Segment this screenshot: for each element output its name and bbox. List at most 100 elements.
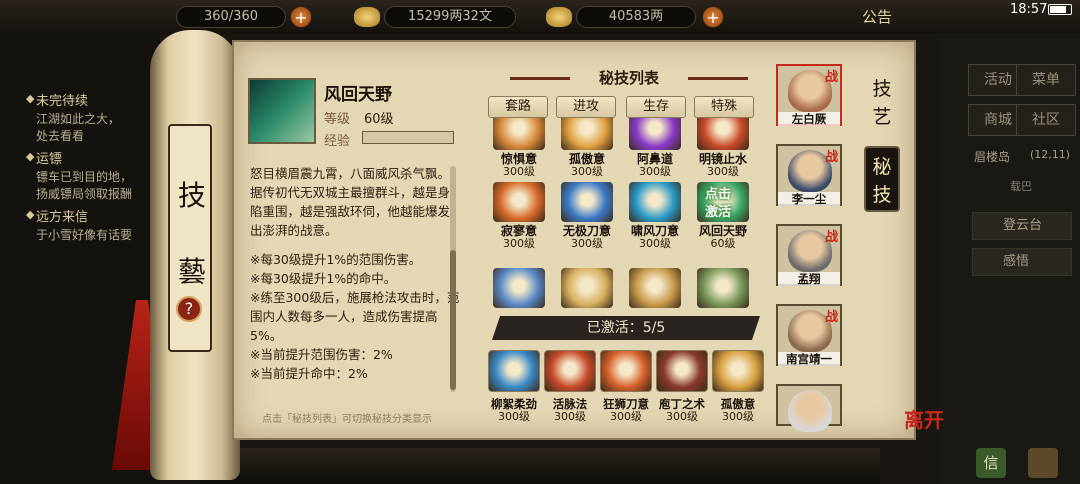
skill-cell[interactable]: 寂寥意 300级 <box>488 182 550 250</box>
skill-name: 风回天野 <box>324 85 392 105</box>
effect-line: ※当前提升命中：2% <box>250 366 368 381</box>
level-label: 等级 <box>324 112 351 127</box>
list-title[interactable]: 秘技列表 <box>500 66 758 90</box>
character-name: 孟翔 <box>778 272 840 286</box>
effect-line: ※每30级提升1%的范围伤害。 <box>250 252 422 267</box>
quest-line: 于小雪好像有话要 <box>36 228 133 242</box>
skill-cell-level: 300级 <box>707 165 739 178</box>
announcement-button[interactable]: 公告 <box>862 6 892 27</box>
scroll-title-top: 技 <box>177 179 206 212</box>
skill-cell[interactable]: 明镜止水 300级 <box>692 118 754 178</box>
silver-icon <box>354 7 380 27</box>
help-icon[interactable]: ? <box>176 296 202 322</box>
boat-label: 载巴 <box>1010 180 1032 193</box>
skill-cell-level: 60级 <box>710 237 736 250</box>
skill-art <box>561 268 613 308</box>
battle-badge: 战 <box>824 310 838 325</box>
equipped-art <box>656 350 708 392</box>
skill-description: 怒目横眉震九霄，八面威风杀气飘。据传初代无双城主最擅群斗，越是身陷重围，越是强敌… <box>250 164 462 383</box>
skill-art <box>493 182 545 222</box>
character-card[interactable]: 战 南宫靖一 <box>776 304 842 366</box>
equipped-skill[interactable]: 孤傲意 300级 <box>712 350 764 423</box>
equipped-skill[interactable]: 柳絮柔劲 300级 <box>488 350 540 423</box>
scrollbar-thumb[interactable] <box>450 250 456 390</box>
skill-cell[interactable] <box>488 268 550 308</box>
clock: 18:57 <box>1010 2 1048 17</box>
menu-button[interactable]: 菜单 <box>1016 64 1076 96</box>
skill-cell[interactable] <box>624 268 686 308</box>
add-stamina-button[interactable]: + <box>290 6 312 28</box>
location-name: 眉楼岛 <box>974 150 1011 164</box>
skill-cell-level: 300级 <box>639 237 671 250</box>
equipped-skill[interactable]: 狂狮刀意 300级 <box>600 350 652 423</box>
skill-cell[interactable]: 阿鼻道 300级 <box>624 118 686 178</box>
skill-cell[interactable]: 惊惧意 300级 <box>488 118 550 178</box>
character-card[interactable]: 战 李一尘 <box>776 144 842 206</box>
ganwu-button[interactable]: 感悟 <box>972 248 1072 276</box>
quest-line: 处去看看 <box>36 129 85 143</box>
quest-title[interactable]: 远方来信 <box>36 206 88 225</box>
community-button[interactable]: 社区 <box>1016 104 1076 136</box>
character-card[interactable] <box>776 384 842 432</box>
diamond-icon: ◆ <box>26 208 35 221</box>
character-face <box>788 390 832 432</box>
tab-miji[interactable]: 秘技 <box>864 146 900 212</box>
character-card[interactable]: 战 左白厥 <box>776 64 842 126</box>
leave-button[interactable]: 离开 <box>904 404 944 433</box>
tab-taolu[interactable]: 套路 <box>488 96 548 118</box>
equipped-skill[interactable]: 庖丁之术 300级 <box>656 350 708 423</box>
tab-teshu[interactable]: 特殊 <box>694 96 754 118</box>
description-text: 怒目横眉震九霄，八面威风杀气飘。据传初代无双城主最擅群斗，越是身陷重围，越是强敌… <box>250 166 451 238</box>
equipped-art <box>600 350 652 392</box>
diamond-icon: ◆ <box>26 92 35 105</box>
equipped-level: 300级 <box>666 410 698 423</box>
character-name: 左白厥 <box>778 112 840 126</box>
top-bar <box>0 0 1080 34</box>
gold-display: 40583两 <box>576 6 696 28</box>
equipped-level: 300级 <box>722 410 754 423</box>
activate-label[interactable]: 点击 激活 <box>692 186 744 222</box>
equipped-art <box>544 350 596 392</box>
gold-icon <box>546 7 572 27</box>
skill-cell-level: 300级 <box>639 165 671 178</box>
tab-jiyi[interactable]: 技艺 <box>864 70 900 136</box>
quest-line: 镖车已到目的地， <box>36 170 133 184</box>
tab-jingong[interactable]: 进攻 <box>556 96 616 118</box>
equipped-level: 300级 <box>498 410 530 423</box>
skill-art <box>493 268 545 308</box>
quest-line: 扬威镖局领取报酬 <box>36 187 133 201</box>
effect-line: ※当前提升范围伤害：2% <box>250 347 393 362</box>
battle-badge: 战 <box>824 150 838 165</box>
skill-art <box>629 268 681 308</box>
mail-button[interactable]: 信 <box>976 448 1006 478</box>
dengyuntai-button[interactable]: 登云台 <box>972 212 1072 240</box>
bag-icon[interactable] <box>1028 448 1058 478</box>
skill-cell-level: 300级 <box>503 237 535 250</box>
skill-cell-selected[interactable]: 点击 激活 风回天野 60级 <box>692 182 754 250</box>
tab-miji-label: 秘技 <box>872 156 892 206</box>
level-value: 60级 <box>364 112 394 127</box>
skill-art <box>561 118 613 150</box>
skill-cell[interactable] <box>556 268 618 308</box>
quest-title[interactable]: 运镖 <box>36 148 62 167</box>
activated-count: 已激活：5/5 <box>492 316 760 340</box>
skill-cell[interactable]: 啸风刀意 300级 <box>624 182 686 250</box>
quest-line: 江湖如此之大， <box>36 112 121 126</box>
skill-cell[interactable] <box>692 268 754 308</box>
skill-cell[interactable]: 孤傲意 300级 <box>556 118 618 178</box>
stamina-display: 360/360 <box>176 6 286 28</box>
quest-title[interactable]: 未完待续 <box>36 90 88 109</box>
skill-cell-level: 300级 <box>503 165 535 178</box>
tab-shengcun[interactable]: 生存 <box>626 96 686 118</box>
equipped-skill[interactable]: 活脉法 300级 <box>544 350 596 423</box>
add-gold-button[interactable]: + <box>702 6 724 28</box>
battle-badge: 战 <box>824 230 838 245</box>
character-card[interactable]: 战 孟翔 <box>776 224 842 286</box>
tab-jiyi-label: 技艺 <box>872 78 892 128</box>
exp-bar <box>362 131 454 144</box>
skill-art <box>629 182 681 222</box>
skill-cell[interactable]: 无极刀意 300级 <box>556 182 618 250</box>
skill-art <box>561 182 613 222</box>
character-name: 南宫靖一 <box>778 352 840 366</box>
battle-badge: 战 <box>824 70 838 85</box>
